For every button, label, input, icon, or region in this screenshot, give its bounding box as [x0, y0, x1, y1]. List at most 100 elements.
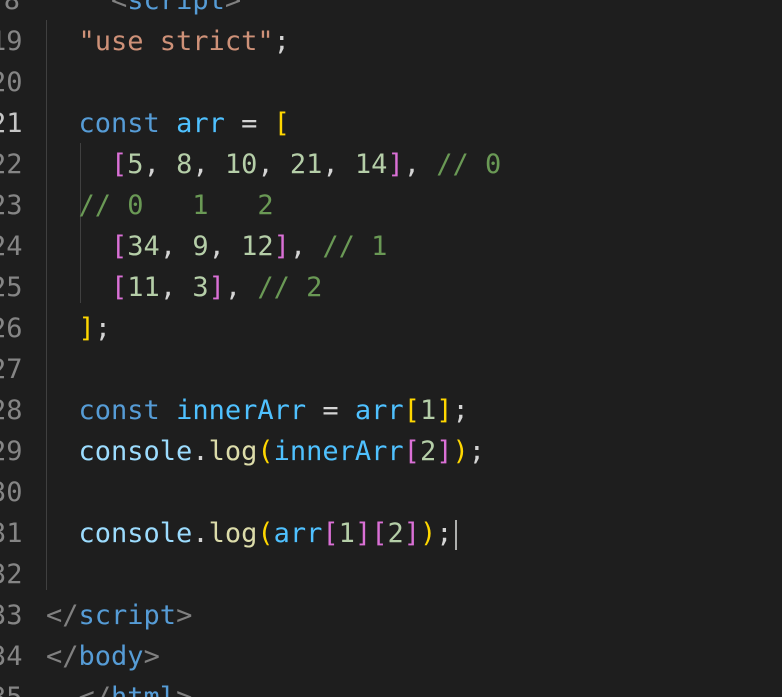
code-token: log — [208, 518, 258, 549]
line-number: 33 — [0, 600, 23, 631]
code-token: , — [159, 231, 193, 262]
line-code: </script> — [46, 595, 192, 636]
line-number: 34 — [0, 641, 23, 672]
code-line[interactable]: 28 const innerArr = arr[1]; — [0, 390, 782, 431]
line-code: "use strict"; — [46, 21, 290, 62]
code-token: 10 — [224, 149, 258, 180]
code-token: // 2 — [257, 272, 323, 303]
code-token: ] — [273, 231, 290, 262]
code-token: , — [143, 149, 177, 180]
code-token: ( — [257, 436, 274, 467]
line-number: 21 — [0, 108, 23, 139]
code-line[interactable]: 24 [34, 9, 12], // 1 — [0, 226, 782, 267]
code-token: < — [46, 641, 63, 672]
code-token: < — [79, 682, 95, 697]
code-token: , — [403, 149, 437, 180]
code-token: arr — [354, 395, 404, 426]
line-code: const innerArr = arr[1]; — [46, 390, 469, 431]
line-number: 32 — [0, 559, 23, 590]
code-line[interactable]: 33 </script> — [0, 595, 782, 636]
code-token: ] — [387, 149, 404, 180]
line-number: 8 — [3, 0, 20, 16]
code-line[interactable]: 23 // 0 1 2 — [0, 185, 782, 226]
line-number: 30 — [0, 477, 23, 508]
line-number: 28 — [0, 395, 23, 426]
code-token: innerArr — [176, 395, 307, 426]
code-token: ] — [78, 313, 95, 344]
code-token: ) — [452, 436, 469, 467]
code-token: / — [62, 641, 79, 672]
code-token: 21 — [289, 149, 323, 180]
code-line[interactable]: 32 — [0, 554, 782, 595]
code-token: ( — [257, 518, 274, 549]
code-token: 14 — [354, 149, 388, 180]
code-token: > — [176, 682, 192, 697]
code-line[interactable]: 34 </body> — [0, 636, 782, 677]
code-token: ] — [436, 436, 453, 467]
code-token: // 0 1 2 — [78, 190, 274, 221]
code-token: < — [111, 0, 128, 16]
code-line[interactable]: 8 <script> — [0, 0, 782, 21]
code-token: ; — [436, 518, 453, 549]
code-line[interactable]: 21 const arr = [ — [0, 103, 782, 144]
code-token: [ — [111, 272, 128, 303]
code-line[interactable]: 30 — [0, 472, 782, 513]
line-code: </body> — [46, 636, 160, 677]
code-token: [ — [111, 231, 128, 262]
code-token: 8 — [176, 149, 193, 180]
code-token: [ — [403, 436, 420, 467]
code-token: 5 — [127, 149, 144, 180]
code-token: / — [95, 682, 111, 697]
line-code: </html> — [46, 677, 193, 697]
code-token: ] — [354, 518, 372, 549]
code-token: 9 — [192, 231, 209, 262]
line-number: 26 — [0, 313, 23, 344]
code-line[interactable]: 29 console.log(innerArr[2]); — [0, 431, 782, 472]
code-line[interactable]: 20 — [0, 62, 782, 103]
line-number: 22 — [0, 149, 23, 180]
line-number: 35 — [0, 677, 23, 697]
code-token: html — [111, 682, 176, 697]
code-token: body — [78, 641, 144, 672]
code-token: 12 — [241, 231, 274, 262]
code-line[interactable]: 22 [5, 8, 10, 21, 14], // 0 — [0, 144, 782, 185]
line-code: [5, 8, 10, 21, 14], // 0 — [46, 144, 501, 185]
line-number: 27 — [0, 354, 23, 385]
code-token: script — [78, 600, 177, 631]
code-token: = — [306, 395, 355, 426]
code-token: / — [62, 600, 79, 631]
code-token: ; — [273, 26, 290, 57]
code-line[interactable]: 31 console.log(arr[1][2]); — [0, 513, 782, 554]
code-token: < — [46, 600, 63, 631]
code-token: , — [289, 231, 323, 262]
code-line[interactable]: 25 [11, 3], // 2 — [0, 267, 782, 308]
code-token: ] — [208, 272, 225, 303]
code-token: console — [78, 518, 193, 549]
line-code: [34, 9, 12], // 1 — [46, 226, 387, 267]
code-token: , — [322, 149, 355, 180]
code-line[interactable]: 27 — [0, 349, 782, 390]
code-line[interactable]: 35 </html> — [0, 677, 782, 697]
code-token: ) — [420, 518, 437, 549]
code-token: // 1 — [322, 231, 388, 262]
code-token: 2 — [419, 436, 437, 467]
code-token: . — [192, 436, 209, 467]
code-line[interactable]: 26 ]; — [0, 308, 782, 349]
code-token: const — [78, 108, 160, 139]
code-editor[interactable]: 8 <script>19 "use strict";2021 const arr… — [0, 0, 782, 697]
code-token: arr — [273, 518, 323, 549]
code-line[interactable]: 19 "use strict"; — [0, 21, 782, 62]
code-token: ; — [452, 395, 469, 426]
code-token: "use strict" — [78, 26, 274, 57]
text-cursor — [454, 519, 457, 550]
